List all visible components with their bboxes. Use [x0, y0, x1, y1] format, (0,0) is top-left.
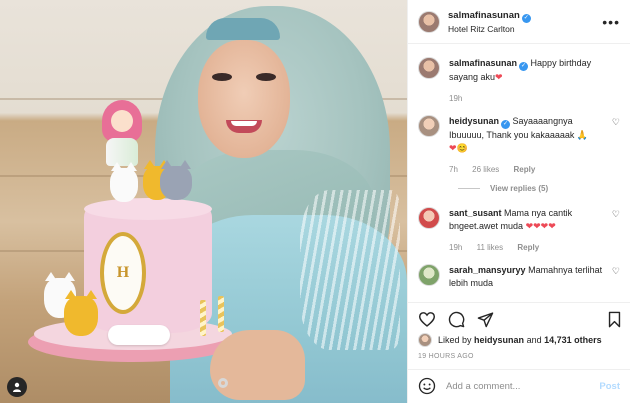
paper-plane-icon[interactable]	[477, 311, 494, 330]
instagram-post: H salmafinasunan ✓ Hotel Ritz Carlton ••…	[0, 0, 630, 403]
ring	[218, 378, 228, 388]
hijab-doll-topper	[102, 100, 142, 166]
woman-face	[198, 40, 290, 158]
white-cat-figure	[110, 162, 138, 202]
comment-username[interactable]: sarah_mansyuryy	[449, 265, 526, 275]
comment-likes[interactable]: 26 likes	[472, 165, 499, 174]
heart-icon[interactable]: ♡	[610, 266, 620, 290]
hand	[210, 330, 305, 400]
add-comment-bar: Post	[408, 369, 630, 403]
avatar[interactable]	[418, 333, 432, 347]
comment: sarah_mansyuryy Mamahnya terlihat lebih …	[418, 264, 620, 290]
post-timestamp[interactable]: 19 HOURS AGO	[408, 349, 630, 360]
eye	[256, 73, 276, 81]
inner-cap	[206, 18, 280, 40]
candle	[200, 300, 206, 336]
avatar[interactable]	[418, 10, 440, 33]
comment-meta: 19h 11 likes Reply	[449, 241, 610, 254]
avatar[interactable]	[418, 115, 440, 137]
heart-emoji: ❤	[495, 72, 503, 82]
verified-badge-icon: ✓	[501, 120, 511, 129]
cake-top	[84, 198, 212, 220]
heart-icon[interactable]: ♡	[610, 117, 620, 176]
location-link[interactable]: Hotel Ritz Carlton	[448, 23, 602, 35]
cake-monogram: H	[116, 264, 130, 281]
liked-by-label: Liked by	[438, 335, 472, 345]
smile	[226, 120, 262, 133]
verified-badge-icon: ✓	[519, 62, 529, 71]
heart-icon[interactable]: ♡	[610, 209, 620, 254]
comment-username[interactable]: sant_susant	[449, 208, 502, 218]
comment-time[interactable]: 19h	[449, 243, 462, 252]
comment-emoji: ❤❤❤❤	[525, 221, 556, 231]
post-header: salmafinasunan ✓ Hotel Ritz Carlton •••	[408, 0, 630, 44]
reply-button[interactable]: Reply	[517, 243, 539, 252]
comment-likes[interactable]: 11 likes	[477, 243, 504, 252]
heart-icon[interactable]	[418, 311, 436, 329]
post-photo[interactable]: H	[0, 0, 407, 403]
caption-username[interactable]: salmafinasunan	[449, 58, 517, 68]
comment-meta: 7h 26 likes Reply	[449, 163, 610, 176]
cake-bow	[108, 325, 170, 345]
lace-ruffle	[300, 190, 400, 350]
comment-time[interactable]: 7h	[449, 165, 458, 174]
comment-input[interactable]	[446, 381, 600, 392]
comments-list[interactable]: salmafinasunan ✓ Happy birthday sayang ak…	[408, 45, 630, 323]
caption: salmafinasunan ✓ Happy birthday sayang ak…	[418, 57, 620, 105]
likes-summary: Liked by heidysunan and 14,731 others	[408, 331, 630, 349]
header-username[interactable]: salmafinasunan	[448, 10, 520, 21]
comment-meta: 19h	[449, 92, 620, 105]
reply-button[interactable]: Reply	[514, 165, 536, 174]
verified-badge-icon: ✓	[521, 13, 531, 23]
candle	[218, 296, 224, 332]
likes-and: and	[526, 335, 542, 345]
grey-cat-figure	[160, 160, 192, 200]
action-bar	[408, 303, 630, 331]
comment: sant_susant Mama nya cantik bngeet.awet …	[418, 207, 620, 254]
ellipsis-icon[interactable]: •••	[602, 14, 620, 30]
post-side-panel: salmafinasunan ✓ Hotel Ritz Carlton ••• s…	[407, 0, 630, 403]
comment-icon[interactable]	[448, 311, 465, 330]
avatar[interactable]	[418, 57, 440, 79]
smiley-icon[interactable]	[418, 377, 436, 397]
view-replies-button[interactable]: View replies (5)	[458, 184, 620, 193]
caption-time[interactable]: 19h	[449, 94, 462, 103]
person-icon[interactable]	[7, 377, 27, 397]
comment: heidysunan ✓ Sayaaaangnya Ibuuuuu, Thank …	[418, 115, 620, 176]
avatar[interactable]	[418, 264, 440, 286]
post-footer: Liked by heidysunan and 14,731 others 19…	[408, 302, 630, 403]
bookmark-icon[interactable]	[607, 311, 622, 330]
likes-count[interactable]: 14,731 others	[544, 335, 602, 345]
comment-username[interactable]: heidysunan	[449, 116, 499, 126]
post-comment-button[interactable]: Post	[599, 381, 620, 392]
comment-emoji: ❤😊	[449, 143, 468, 153]
liked-by-user[interactable]: heidysunan	[474, 335, 524, 345]
yellow-cat-figure	[64, 290, 98, 336]
avatar[interactable]	[418, 207, 440, 229]
eye	[212, 73, 232, 81]
cake-monogram-frame: H	[100, 232, 146, 314]
